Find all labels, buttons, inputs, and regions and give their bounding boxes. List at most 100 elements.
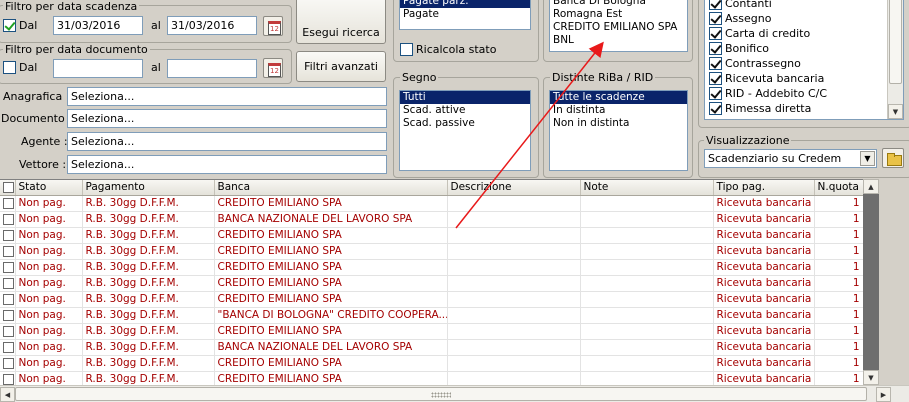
pagamento-contrassegno[interactable]: Contrassegno [705, 56, 903, 71]
distinte-title: Distinte RiBa / RID [550, 71, 656, 84]
table-row[interactable]: Non pag. R.B. 30gg D.F.F.M. "BANCA DI BOLO… [0, 307, 863, 324]
dal-documento-field[interactable] [53, 59, 143, 78]
banche-listbox[interactable]: Banca Di Bologna Romagna Est CREDITO EMI… [549, 0, 688, 52]
pagamento-assegno[interactable]: Assegno [705, 11, 903, 26]
segno-item-attive[interactable]: Scad. attive [400, 104, 530, 117]
grid-horizontal-scrollbar[interactable]: ◀ ▶ [0, 385, 909, 402]
col-pagamento[interactable]: Pagamento [82, 180, 215, 196]
chevron-down-icon[interactable]: ▼ [860, 151, 875, 166]
pagamento-rid[interactable]: RID - Addebito C/C [705, 86, 903, 101]
row-checkbox[interactable] [0, 227, 16, 244]
check-icon [709, 72, 722, 85]
col-note[interactable]: Note [580, 180, 714, 196]
cell-note [580, 195, 714, 212]
table-row[interactable]: Non pag. R.B. 30gg D.F.F.M. CREDITO EMILIA… [0, 259, 863, 276]
scroll-thumb[interactable] [15, 387, 867, 401]
row-checkbox[interactable] [0, 323, 16, 340]
grid-vertical-scrollbar[interactable]: ▲ ▼ [863, 179, 879, 385]
distinte-listbox[interactable]: Tutte le scadenze In distinta Non in dis… [549, 90, 688, 171]
segno-listbox[interactable]: Tutti Scad. attive Scad. passive [399, 90, 531, 171]
distinte-item-in[interactable]: In distinta [550, 104, 687, 117]
banca-item[interactable]: Banca Di Bologna [550, 0, 687, 8]
scroll-right-icon[interactable]: ▶ [876, 387, 891, 402]
stato-item[interactable]: Pagate parz. [400, 0, 530, 8]
row-checkbox[interactable] [0, 339, 16, 356]
documento-field[interactable]: Seleziona... [67, 109, 387, 128]
banca-item[interactable]: Romagna Est [550, 8, 687, 21]
row-checkbox[interactable] [0, 307, 16, 324]
pagamento-contanti[interactable]: Contanti [705, 0, 903, 11]
col-tipo-pag[interactable]: Tipo pag. [713, 180, 815, 196]
visualizzazione-select[interactable]: Scadenziario su Credem ▼ [704, 149, 877, 168]
table-row[interactable]: Non pag. R.B. 30gg D.F.F.M. BANCA NAZIONAL… [0, 339, 863, 356]
scroll-left-icon[interactable]: ◀ [0, 387, 15, 402]
pagamenti-checklist[interactable]: Contanti Assegno Carta di credito Bonifi… [704, 0, 904, 120]
row-checkbox[interactable] [0, 275, 16, 292]
col-descrizione[interactable]: Descrizione [447, 180, 581, 196]
row-checkbox[interactable] [0, 211, 16, 228]
anagrafica-field[interactable]: Seleziona... [67, 87, 387, 106]
table-row[interactable]: Non pag. R.B. 30gg D.F.F.M. CREDITO EMILIA… [0, 291, 863, 308]
col-stato[interactable]: Stato [15, 180, 83, 196]
row-checkbox[interactable] [0, 371, 16, 385]
row-checkbox[interactable] [0, 243, 16, 260]
cell-stato: Non pag. [15, 307, 83, 324]
dal-scadenza-field[interactable]: 31/03/2016 [53, 16, 143, 35]
segno-item-tutti[interactable]: Tutti [400, 91, 530, 104]
banca-item[interactable]: CREDITO EMILIANO SPA [550, 21, 687, 34]
pagamenti-scrollbar[interactable]: ▼ [887, 0, 903, 119]
stato-listbox[interactable]: Pagate parz. Pagate [399, 0, 531, 30]
select-all-checkbox[interactable] [0, 180, 16, 196]
pagamento-carta[interactable]: Carta di credito [705, 26, 903, 41]
cell-descrizione [447, 339, 581, 356]
al-documento-field[interactable] [167, 59, 257, 78]
pagamento-label: Carta di credito [725, 27, 811, 40]
scadenze-grid[interactable]: Stato Pagamento Banca Descrizione Note T… [0, 179, 863, 385]
table-row[interactable]: Non pag. R.B. 30gg D.F.F.M. CREDITO EMILIA… [0, 227, 863, 244]
cell-note [580, 275, 714, 292]
folder-icon[interactable] [882, 148, 904, 168]
row-checkbox[interactable] [0, 355, 16, 372]
table-row[interactable]: Non pag. R.B. 30gg D.F.F.M. BANCA NAZIONAL… [0, 211, 863, 228]
dal-documento-checkbox[interactable] [3, 61, 16, 74]
row-checkbox[interactable] [0, 195, 16, 212]
calendar-icon[interactable]: 12 [263, 58, 283, 78]
table-row[interactable]: Non pag. R.B. 30gg D.F.F.M. CREDITO EMILIA… [0, 275, 863, 292]
pagamento-bonifico[interactable]: Bonifico [705, 41, 903, 56]
calendar-icon[interactable]: 12 [263, 16, 283, 36]
al-scadenza-field[interactable]: 31/03/2016 [167, 16, 257, 35]
col-banca[interactable]: Banca [214, 180, 448, 196]
table-row[interactable]: Non pag. R.B. 30gg D.F.F.M. CREDITO EMILIA… [0, 355, 863, 372]
ricalcola-stato-checkbox[interactable] [400, 43, 413, 56]
table-row[interactable]: Non pag. R.B. 30gg D.F.F.M. CREDITO EMILIA… [0, 371, 863, 385]
distinte-item-non-in[interactable]: Non in distinta [550, 117, 687, 130]
table-row[interactable]: Non pag. R.B. 30gg D.F.F.M. CREDITO EMILIA… [0, 323, 863, 340]
filtri-avanzati-label: Filtri avanzati [304, 60, 378, 73]
pagamento-rimessa[interactable]: Rimessa diretta [705, 101, 903, 116]
banca-item[interactable]: BNL [550, 34, 687, 47]
row-checkbox[interactable] [0, 291, 16, 308]
pagamento-ricevuta[interactable]: Ricevuta bancaria [705, 71, 903, 86]
table-row[interactable]: Non pag. R.B. 30gg D.F.F.M. CREDITO EMILIA… [0, 195, 863, 212]
col-n-quota[interactable]: N.quota [814, 180, 863, 196]
row-checkbox[interactable] [0, 259, 16, 276]
scroll-down-icon[interactable]: ▼ [888, 104, 903, 119]
filtri-avanzati-button[interactable]: Filtri avanzati [296, 51, 386, 82]
cell-note [580, 211, 714, 228]
segno-item-passive[interactable]: Scad. passive [400, 117, 530, 130]
distinte-item-tutte[interactable]: Tutte le scadenze [550, 91, 687, 104]
check-icon [709, 42, 722, 55]
dal-scadenza-checkbox[interactable] [3, 19, 16, 32]
agente-field[interactable]: Seleziona... [67, 132, 387, 151]
esegui-ricerca-button[interactable]: Esegui ricerca [296, 0, 386, 44]
table-row[interactable]: Non pag. R.B. 30gg D.F.F.M. CREDITO EMILIA… [0, 243, 863, 260]
cell-stato: Non pag. [15, 243, 83, 260]
cell-n-quota: 1 [814, 371, 863, 385]
cell-descrizione [447, 371, 581, 385]
vettore-field[interactable]: Seleziona... [67, 155, 387, 174]
scroll-thumb[interactable] [889, 0, 902, 84]
scroll-up-icon[interactable]: ▲ [863, 179, 879, 194]
stato-item[interactable]: Pagate [400, 8, 530, 21]
scroll-track[interactable] [863, 194, 879, 370]
scroll-down-icon[interactable]: ▼ [863, 370, 879, 385]
